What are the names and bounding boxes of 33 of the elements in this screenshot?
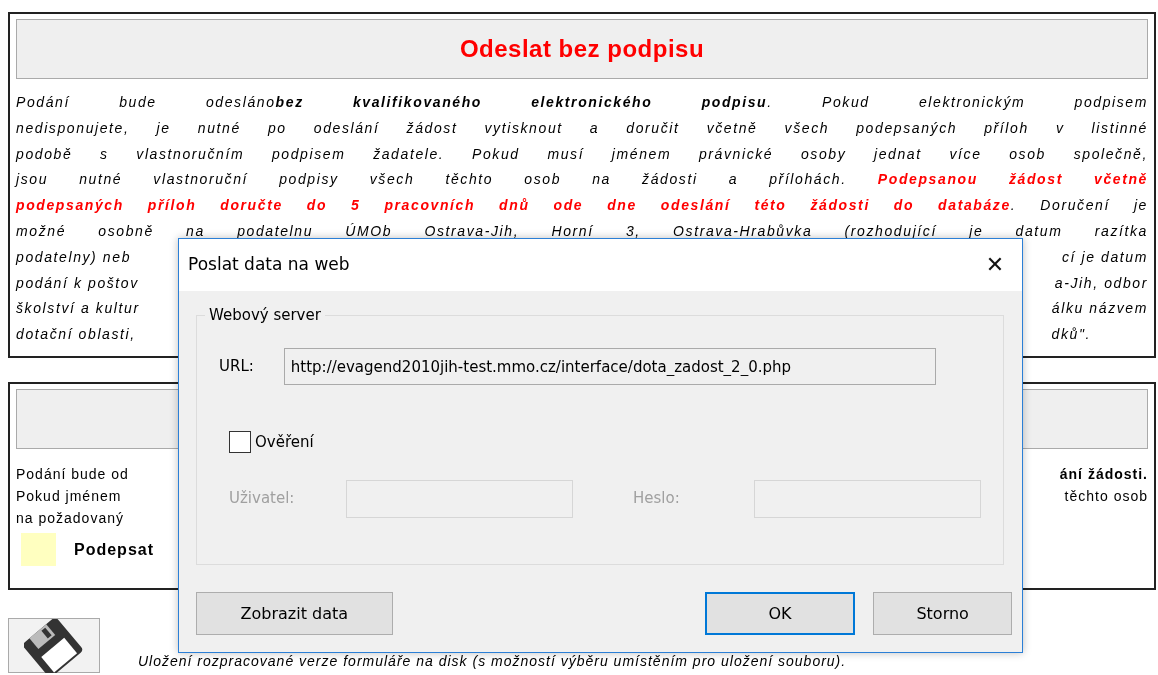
paragraph-line: jsou nutné vlastnoruční podpisy všech těchto osob na žádosti a přílohách. Podepsanou žádost včetně: [16, 170, 1148, 190]
paragraph-line-fragment: podání k poštov: [16, 273, 139, 293]
paragraph-line: podobě s vlastnoručním podpisem žadatele. Pokud musí jménem právnické osoby jednat více osob společně,: [16, 144, 1148, 164]
save-description: Uložení rozpracované verze formuláře na disk (s možností výběru umístěním pro uložení souboru).: [138, 652, 847, 669]
text-line-fragment: těchto osob: [1064, 487, 1148, 506]
text-line-fragment: ání žádosti.: [1059, 465, 1148, 484]
url-field[interactable]: http://evagend2010jih-test.mmo.cz/interface/dota_zadost_2_0.php: [283, 348, 936, 385]
url-label: URL:: [219, 356, 254, 378]
paragraph-line-fragment: álku názvem: [1051, 299, 1148, 319]
dialog-button[interactable]: Zobrazit data: [196, 592, 393, 635]
checkbox[interactable]: [229, 431, 251, 454]
paragraph-line: podepsaných příloh doručte do 5 pracovních dnů ode dne odeslání této žádosti do databáze. Doručení je: [16, 196, 1148, 216]
paragraph-line: Podání bude odeslánobez kvalifikovaného elektronického podpisu. Pokud elektronickým podpisem: [16, 93, 1148, 112]
dialog-title: Poslat data na web: [188, 253, 350, 277]
dialog-button[interactable]: Storno: [873, 592, 1012, 635]
dialog-button[interactable]: OK: [704, 592, 856, 635]
password-label: Heslo:: [633, 488, 681, 510]
text-line-fragment: Podání bude od: [16, 465, 129, 484]
close-button[interactable]: ✕: [972, 245, 1018, 285]
save-button[interactable]: [8, 618, 100, 673]
legend-label: Podepsat: [74, 539, 154, 560]
paragraph-line-fragment: školství a kultur: [16, 299, 140, 319]
text-line-fragment: na požadovaný: [16, 509, 124, 528]
paragraph-line-fragment: dků".: [1051, 325, 1091, 345]
paragraph-line-fragment: dotační oblasti,: [16, 325, 136, 345]
paragraph-line-fragment: podatelny) neb: [16, 247, 132, 267]
paragraph-line-fragment: cí je datum: [1061, 247, 1148, 267]
section-title: Odeslat bez podpisu: [459, 34, 705, 64]
username-label: Uživatel:: [229, 488, 296, 510]
text-line-fragment: Pokud jménem: [16, 487, 122, 506]
paragraph-line: nedisponujete, je nutné po odeslání žádost vytisknout a doručit včetně všech podepsaných příloh v listinné: [16, 118, 1148, 138]
paragraph-line-fragment: a-Jih, odbor: [1054, 273, 1148, 293]
checkbox-label: Ověření: [255, 432, 314, 453]
